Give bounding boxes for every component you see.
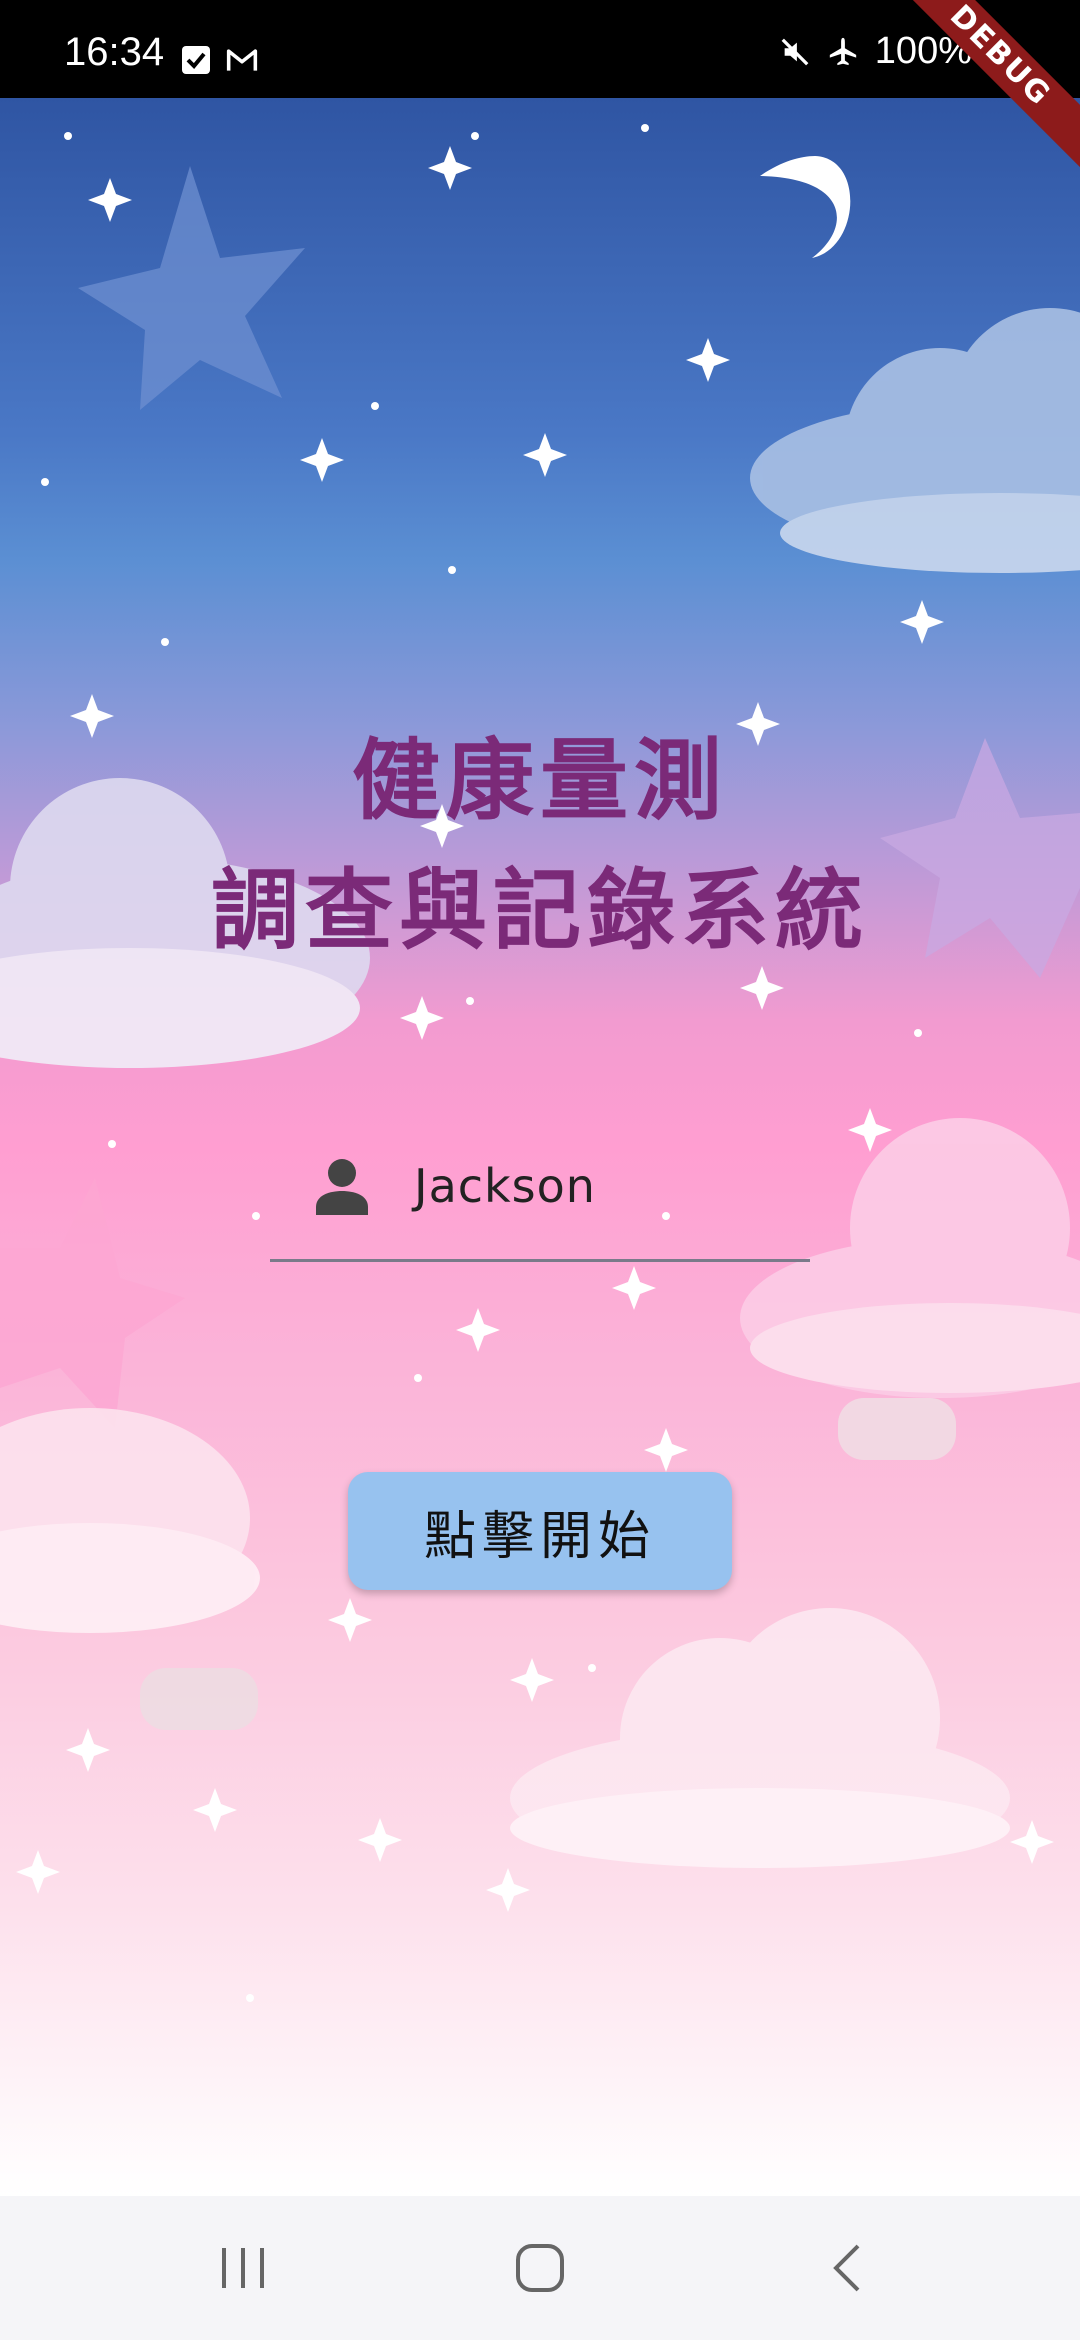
- gmail-icon: [226, 44, 258, 76]
- notification-icons: [180, 44, 258, 76]
- cloud-decoration: [750, 308, 1080, 573]
- airplane-mode-icon: [827, 36, 859, 68]
- home-icon[interactable]: [500, 2238, 580, 2298]
- small-cloud-decoration: [838, 1398, 956, 1460]
- recent-apps-icon[interactable]: [203, 2238, 283, 2298]
- checkbox-notification-icon: [180, 44, 212, 76]
- small-cloud-decoration: [140, 1668, 258, 1730]
- app-background: 健康量測 調查與記錄系統 Jackson 點擊開始: [0, 98, 1080, 2196]
- mute-icon: [779, 36, 811, 68]
- name-input-value[interactable]: Jackson: [414, 1159, 596, 1213]
- person-icon: [314, 1157, 370, 1217]
- star-decoration: [0, 1178, 185, 1428]
- navigation-bar: [0, 2196, 1080, 2340]
- back-icon[interactable]: [808, 2238, 888, 2298]
- cloud-decoration: [0, 1408, 260, 1633]
- moon-decoration: [760, 156, 851, 258]
- cloud-decoration: [510, 1608, 1010, 1868]
- status-bar: 16:34 100%: [0, 0, 1080, 98]
- phone-screen: 16:34 100% DEBUG 健康量測 調查與記錄系統 Jackson 點擊…: [0, 0, 1080, 2340]
- start-button[interactable]: 點擊開始: [348, 1472, 732, 1590]
- name-input-field[interactable]: Jackson: [270, 1133, 810, 1262]
- status-time: 16:34: [64, 30, 165, 74]
- app-title-line2: 調查與記錄系統: [210, 859, 869, 962]
- app-title-line1: 健康量測: [351, 729, 728, 832]
